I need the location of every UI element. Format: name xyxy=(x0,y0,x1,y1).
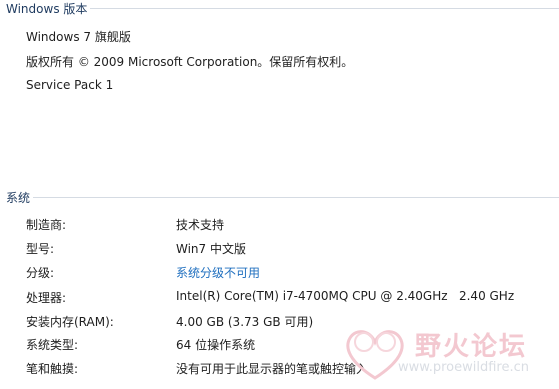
service-pack-text: Service Pack 1 xyxy=(26,78,114,92)
system-title: 系统 xyxy=(6,190,31,205)
memory-label: 安装内存(RAM): xyxy=(26,315,114,329)
pen-touch-label: 笔和触摸: xyxy=(26,362,79,376)
system-row-model: 型号: Win7 中文版 xyxy=(26,240,559,256)
processor-value: Intel(R) Core(TM) i7-4700MQ CPU @ 2.40GH… xyxy=(176,289,515,303)
section-divider xyxy=(33,197,559,198)
windows-edition-header: Windows 版本 xyxy=(6,1,559,16)
system-row-pen-touch: 笔和触摸: 没有可用于此显示器的笔或触控输入 xyxy=(26,360,559,376)
windows-edition-name: Windows 7 旗舰版 xyxy=(26,30,131,44)
processor-label: 处理器: xyxy=(26,291,67,305)
system-type-value: 64 位操作系统 xyxy=(176,338,256,352)
windows-edition-title: Windows 版本 xyxy=(6,1,88,16)
system-header: 系统 xyxy=(6,190,559,205)
system-row-processor: 处理器: Intel(R) Core(TM) i7-4700MQ CPU @ 2… xyxy=(26,289,559,305)
copyright-text: 版权所有 © 2009 Microsoft Corporation。保留所有权利… xyxy=(26,55,354,69)
system-type-label: 系统类型: xyxy=(26,338,79,352)
rating-label: 分级: xyxy=(26,266,55,280)
rating-link[interactable]: 系统分级不可用 xyxy=(176,264,260,281)
manufacturer-value: 技术支持 xyxy=(176,218,225,232)
manufacturer-label: 制造商: xyxy=(26,218,67,232)
model-value: Win7 中文版 xyxy=(176,242,246,256)
section-divider xyxy=(90,8,559,9)
memory-value: 4.00 GB (3.73 GB 可用) xyxy=(176,315,314,329)
system-row-rating: 分级: 系统分级不可用 xyxy=(26,264,559,280)
model-label: 型号: xyxy=(26,242,55,256)
pen-touch-value: 没有可用于此显示器的笔或触控输入 xyxy=(176,362,369,376)
system-row-manufacturer: 制造商: 技术支持 xyxy=(26,216,559,232)
system-row-memory: 安装内存(RAM): 4.00 GB (3.73 GB 可用) xyxy=(26,313,559,329)
system-row-system-type: 系统类型: 64 位操作系统 xyxy=(26,336,559,352)
